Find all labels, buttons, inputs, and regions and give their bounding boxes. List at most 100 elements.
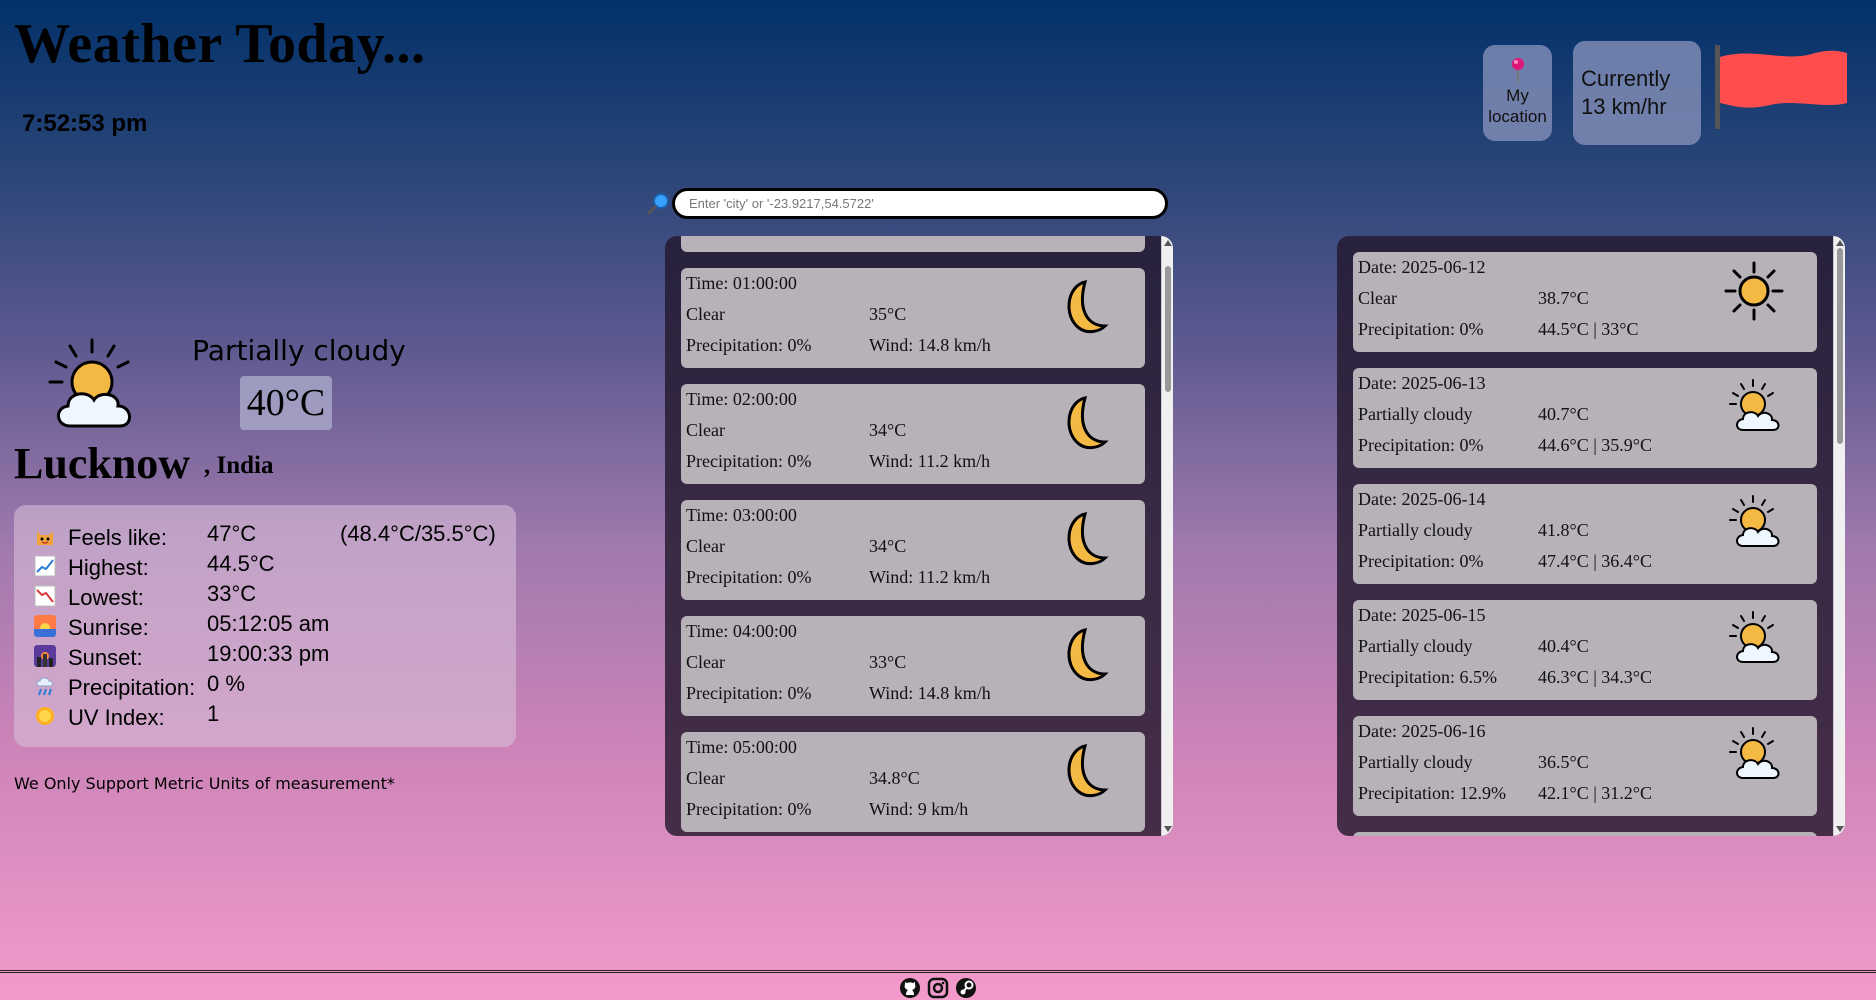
detail-row-precipitation: Precipitation: 0 % [14,671,516,701]
search-icon[interactable] [644,190,672,218]
scroll-thumb[interactable] [1165,266,1171,392]
daily-card: Date: 2025-06-16 Partially cloudy 36.5°C… [1353,716,1817,816]
detail-value: 05:12:05 am [207,611,330,636]
detail-label: Feels like: [68,525,168,550]
hour-time: Time: 04:00:00 [686,621,797,641]
hour-condition: Clear [686,652,725,672]
detail-row-highest: Highest: 44.5°C [14,551,516,581]
hourly-card: Time: 05:00:00 Clear 34.8°C Precipitatio… [681,732,1145,832]
partly-cloudy-icon [1729,611,1780,663]
current-condition: Partially cloudy [192,334,406,367]
day-condition: Partially cloudy [1358,520,1473,540]
hourly-card: Time: 01:00:00 Clear 35°C Precipitation:… [681,268,1145,368]
city-name: Lucknow [14,439,191,488]
detail-value: 47°C [207,521,257,546]
wind-status: Currently 13 km/hr [1573,41,1701,145]
daily-card-partial [1353,832,1817,836]
sun-icon [1724,261,1784,321]
weather-details: Feels like: 47°C (48.4°C/35.5°C) Highest… [14,505,516,747]
wind-value: 13 km/hr [1581,94,1667,119]
hour-temp: 34°C [869,420,907,440]
hour-time: Time: 05:00:00 [686,737,797,757]
hourly-card: Time: 02:00:00 Clear 34°C Precipitation:… [681,384,1145,484]
day-range: 44.6°C | 35.9°C [1538,435,1653,455]
daily-scrollbar[interactable] [1833,236,1845,836]
day-range: 42.1°C | 31.2°C [1538,783,1653,803]
hour-condition: Clear [686,304,725,324]
hour-precip: Precipitation: 0% [686,451,812,471]
day-temp: 36.5°C [1538,752,1589,772]
day-temp: 41.8°C [1538,520,1589,540]
map-pin-icon [1511,58,1524,82]
current-temperature: 40°C [240,376,332,430]
sun-small-icon [36,707,54,725]
hourly-card-partial [681,236,1145,252]
detail-row-sunrise: Sunrise: 05:12:05 am [14,611,516,641]
steam-icon[interactable] [955,977,977,999]
day-temp: 40.7°C [1538,404,1589,424]
search-input[interactable] [672,188,1168,219]
day-precip: Precipitation: 12.9% [1358,783,1506,803]
moon-icon [1067,743,1109,798]
hourly-forecast-panel[interactable]: Time: 01:00:00 Clear 35°C Precipitation:… [665,236,1173,836]
hourly-scrollbar[interactable] [1161,236,1173,836]
moon-icon [1067,511,1109,566]
daily-card: Date: 2025-06-14 Partially cloudy 41.8°C… [1353,484,1817,584]
day-date: Date: 2025-06-15 [1358,605,1486,625]
wind-label: Currently [1581,66,1671,91]
detail-row-uv-index: UV Index: 1 [14,701,516,731]
day-date: Date: 2025-06-16 [1358,721,1486,741]
day-date: Date: 2025-06-14 [1358,489,1486,509]
hour-time: Time: 01:00:00 [686,273,797,293]
sunset-icon [34,645,56,667]
wind-flag-icon [1715,45,1847,129]
my-location-label: My location [1488,86,1547,126]
day-precip: Precipitation: 0% [1358,319,1484,339]
detail-row-feels-like: Feels like: 47°C (48.4°C/35.5°C) [14,521,516,551]
partly-cloudy-icon [1729,379,1780,431]
detail-label: Sunrise: [68,615,149,640]
day-range: 46.3°C | 34.3°C [1538,667,1653,687]
hour-temp: 34°C [869,536,907,556]
current-time: 7:52:53 pm [22,110,148,137]
daily-card: Date: 2025-06-13 Partially cloudy 40.7°C… [1353,368,1817,468]
sunrise-icon [34,615,56,637]
scroll-up-arrow[interactable] [1164,240,1172,246]
day-precip: Precipitation: 0% [1358,551,1484,571]
hourly-card: Time: 04:00:00 Clear 33°C Precipitation:… [681,616,1145,716]
hour-time: Time: 03:00:00 [686,505,797,525]
scroll-up-arrow[interactable] [1836,240,1844,246]
scroll-down-arrow[interactable] [1836,826,1844,832]
hour-precip: Precipitation: 0% [686,335,812,355]
detail-value: 19:00:33 pm [207,641,330,666]
trend-up-icon [34,555,56,577]
detail-label: UV Index: [68,705,165,730]
instagram-icon[interactable] [927,977,949,999]
detail-value: 33°C [207,581,257,606]
detail-label: Precipitation: [68,675,196,700]
my-location-button[interactable]: My location [1483,45,1552,141]
hour-wind: Wind: 11.2 km/h [869,451,991,471]
detail-extra: (48.4°C/35.5°C) [340,521,496,546]
hour-precip: Precipitation: 0% [686,799,812,819]
moon-icon [1067,627,1109,682]
hour-wind: Wind: 14.8 km/h [869,335,991,355]
day-condition: Clear [1358,288,1397,308]
partly-cloudy-icon [48,338,131,428]
day-range: 47.4°C | 36.4°C [1538,551,1653,571]
hour-time: Time: 02:00:00 [686,389,797,409]
page-title: Weather Today... [14,13,426,75]
daily-forecast-panel[interactable]: Date: 2025-06-12 Clear 38.7°C Precipitat… [1337,236,1845,836]
day-precip: Precipitation: 6.5% [1358,667,1497,687]
moon-icon [1067,279,1109,334]
hour-wind: Wind: 11.2 km/h [869,567,991,587]
scroll-thumb[interactable] [1837,248,1843,444]
hour-precip: Precipitation: 0% [686,683,812,703]
hour-wind: Wind: 9 km/h [869,799,969,819]
detail-label: Lowest: [68,585,144,610]
github-icon[interactable] [899,977,921,999]
hour-temp: 35°C [869,304,907,324]
detail-row-sunset: Sunset: 19:00:33 pm [14,641,516,671]
moon-icon [1067,395,1109,450]
scroll-down-arrow[interactable] [1164,826,1172,832]
